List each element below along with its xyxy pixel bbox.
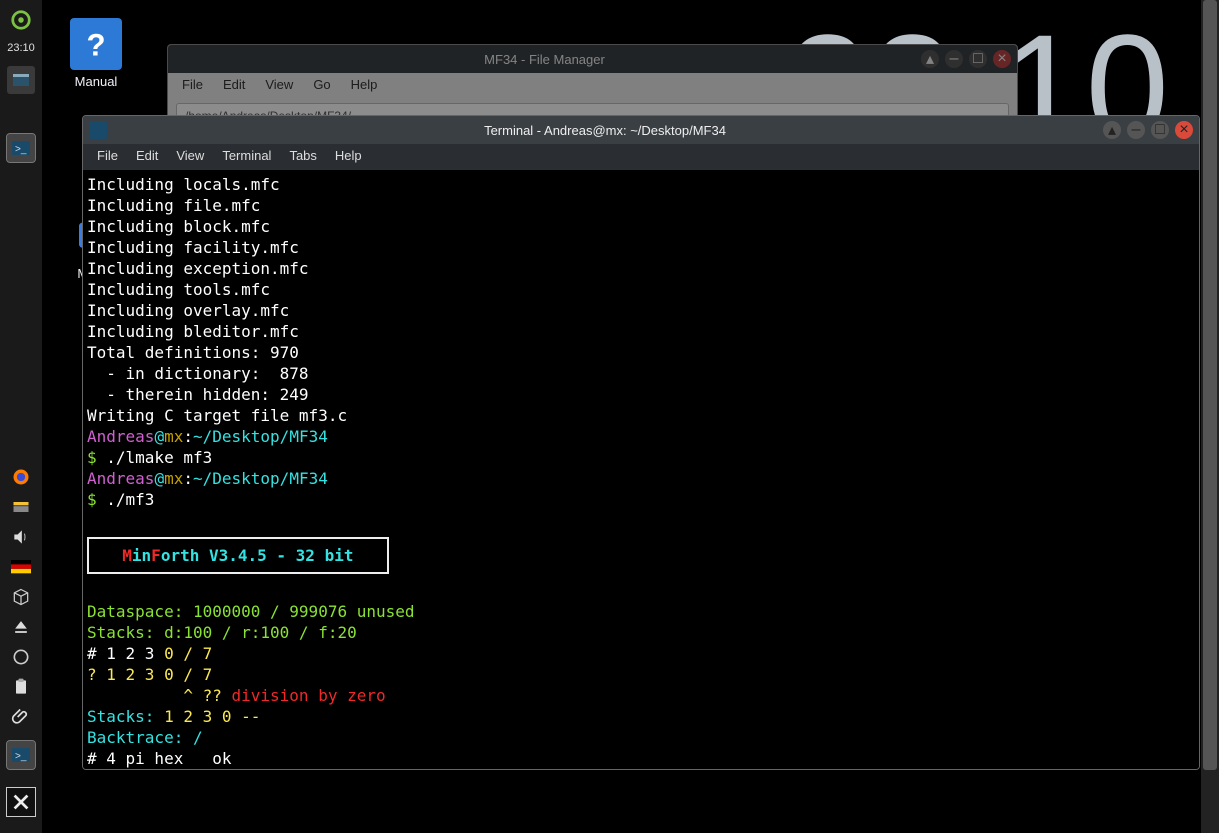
term-menu-view[interactable]: View <box>176 148 204 166</box>
term-titlebar[interactable]: Terminal - Andreas@mx: ~/Desktop/MF34 ▴ … <box>83 116 1199 144</box>
scroll-thumb[interactable] <box>1203 0 1217 770</box>
term-minimize-button[interactable]: – <box>1127 121 1145 139</box>
terminal-icon <box>89 121 107 139</box>
clipboard-icon[interactable] <box>11 677 31 697</box>
fm-menu-view[interactable]: View <box>265 77 293 95</box>
term-menu-tabs[interactable]: Tabs <box>289 148 316 166</box>
term-title-text: Terminal - Andreas@mx: ~/Desktop/MF34 <box>113 123 1097 138</box>
dock-panel: 23:10 >_ <box>0 0 42 833</box>
taskbar-terminal-active[interactable]: >_ <box>7 741 35 769</box>
file-manager-icon[interactable] <box>11 497 31 517</box>
fm-menu-go[interactable]: Go <box>313 77 330 95</box>
term-menu-edit[interactable]: Edit <box>136 148 158 166</box>
taskbar-button-terminal[interactable]: >_ <box>7 134 35 162</box>
system-tray: >_ <box>6 467 36 823</box>
distro-logo-icon[interactable] <box>7 6 35 34</box>
term-rollup-button[interactable]: ▴ <box>1103 121 1121 139</box>
sound-icon[interactable] <box>11 527 31 547</box>
fm-menu-edit[interactable]: Edit <box>223 77 245 95</box>
terminal-body[interactable]: Including locals.mfcIncluding file.mfcIn… <box>83 170 1199 769</box>
taskbar-button-filemanager[interactable] <box>7 66 35 94</box>
fm-title-text: MF34 - File Manager <box>174 52 915 67</box>
fm-titlebar[interactable]: MF34 - File Manager ▴ – □ × <box>168 45 1017 73</box>
desktop-icon-manual[interactable]: ? Manual <box>70 18 122 89</box>
svg-text:>_: >_ <box>15 751 27 762</box>
fm-rollup-button[interactable]: ▴ <box>921 50 939 68</box>
fm-menu-help[interactable]: Help <box>351 77 378 95</box>
eject-icon[interactable] <box>11 617 31 637</box>
term-menu-terminal[interactable]: Terminal <box>222 148 271 166</box>
term-menubar: File Edit View Terminal Tabs Help <box>83 144 1199 170</box>
package-icon[interactable] <box>11 587 31 607</box>
fm-menu-file[interactable]: File <box>182 77 203 95</box>
page-scrollbar[interactable] <box>1201 0 1219 833</box>
terminal-window[interactable]: Terminal - Andreas@mx: ~/Desktop/MF34 ▴ … <box>82 115 1200 770</box>
svg-text:?: ? <box>86 27 105 61</box>
fm-maximize-button[interactable]: □ <box>969 50 987 68</box>
fm-close-button[interactable]: × <box>993 50 1011 68</box>
term-close-button[interactable]: × <box>1175 121 1193 139</box>
term-maximize-button[interactable]: □ <box>1151 121 1169 139</box>
keyboard-layout-icon[interactable] <box>11 557 31 577</box>
circle-icon[interactable] <box>11 647 31 667</box>
firefox-icon[interactable] <box>11 467 31 487</box>
help-icon: ? <box>70 18 122 70</box>
term-menu-file[interactable]: File <box>97 148 118 166</box>
app-launcher-icon[interactable] <box>6 787 36 817</box>
panel-clock: 23:10 <box>7 42 35 54</box>
attachment-icon[interactable] <box>11 707 31 727</box>
terminal-cursor <box>251 769 261 770</box>
fm-minimize-button[interactable]: – <box>945 50 963 68</box>
term-menu-help[interactable]: Help <box>335 148 362 166</box>
fm-menubar: File Edit View Go Help <box>168 73 1017 99</box>
svg-text:>_: >_ <box>15 144 27 155</box>
